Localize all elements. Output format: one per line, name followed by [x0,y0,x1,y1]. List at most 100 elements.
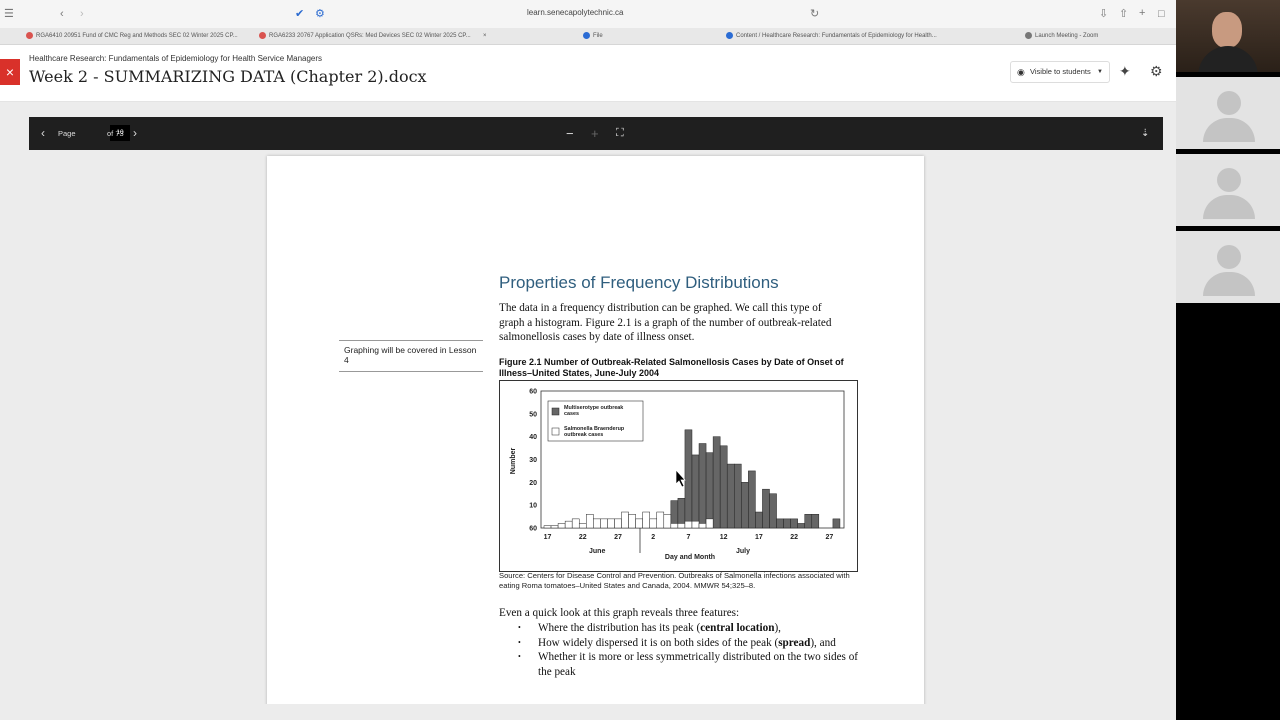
page-total: of 73 [107,129,124,138]
x-tick-label: 12 [720,534,728,541]
bar-multiserotype [776,518,784,529]
x-tick-label: 22 [790,534,798,541]
tab-file[interactable]: File [583,28,703,44]
app-header: × Healthcare Research: Fundamentals of E… [0,45,1176,102]
tab-content[interactable]: Content / Healthcare Research: Fundament… [726,28,946,44]
chevron-down-icon: ▼ [1097,69,1103,75]
x-tick-label: 17 [755,534,763,541]
download-icon[interactable]: ⇩ [1099,8,1108,20]
bar-multiserotype [748,470,756,529]
bar-braenderup [593,518,601,529]
eye-icon: ◉ [1017,67,1025,77]
feature-bold: spread [778,636,811,649]
bar-braenderup [698,523,707,529]
participant-tile[interactable] [1176,154,1280,226]
bar-braenderup [564,520,573,529]
avatar-body [1203,272,1255,296]
visibility-label: Visible to students [1030,67,1091,76]
bar-multiserotype [783,518,791,529]
sidebar-toggle-icon[interactable]: ☰ [4,8,14,20]
share-icon[interactable]: ⇧ [1119,8,1128,20]
bar-multiserotype [762,488,770,529]
gear-icon[interactable]: ⚙ [1150,63,1163,80]
bar-braenderup [649,518,657,529]
bar-braenderup [621,511,629,529]
bar-multiserotype [741,482,749,529]
bar-multiserotype [684,429,693,529]
bar-braenderup [691,520,700,529]
tab-rga6410[interactable]: RGA6410 20951 Fund of CMC Reg and Method… [26,28,246,44]
y-tick-label: 40 [529,434,537,441]
figure-source: Source: Centers for Disease Control and … [499,571,850,590]
x-tick-label: 27 [825,534,833,541]
tab-label: RGA6233 20767 Application QSRs: Med Devi… [269,33,471,39]
accessibility-icon[interactable]: ✦ [1119,63,1131,80]
list-item: • Whether it is more or less symmetricall… [518,651,859,679]
address-bar[interactable]: learn.senecapolytechnic.ca [527,8,624,17]
viewer-toolbar: ‹ Page 10 of 73 › − + ⛶ ⇣ [29,117,1163,150]
y-tick-label: 50 [529,411,537,418]
presenter-body [1198,46,1258,72]
tab-close-icon[interactable]: × [483,28,487,44]
tab-label: RGA6410 20951 Fund of CMC Reg and Method… [36,33,238,39]
side-note: Graphing will be covered in Lesson 4 [339,340,483,372]
legend-swatch-braenderup [551,427,560,436]
participant-tile[interactable] [1176,77,1280,149]
list-item: • Where the distribution has its peak (ce… [518,621,781,634]
bar-multiserotype [712,436,721,529]
tab-zoom[interactable]: Launch Meeting - Zoom [1025,28,1165,44]
next-page-icon[interactable]: › [133,117,137,150]
tab-bar: RGA6410 20951 Fund of CMC Reg and Method… [0,28,1176,45]
visibility-dropdown[interactable]: ◉ Visible to students ▼ [1010,61,1110,83]
reload-icon[interactable]: ↻ [810,8,819,20]
features-section: Even a quick look at this graph reveals … [499,606,859,680]
zoom-in-icon[interactable]: + [591,117,599,150]
bar-braenderup [635,518,643,529]
y-tick-label: 10 [529,503,537,510]
document-viewer[interactable]: Properties of Frequency Distributions Th… [29,150,1163,704]
extension-check-icon[interactable]: ✔ [295,8,304,20]
y-tick-label: 60 [529,526,537,533]
bar-braenderup [586,514,594,529]
bar-braenderup [670,523,679,529]
forward-icon[interactable]: › [80,8,84,20]
participant-tile[interactable] [1176,231,1280,303]
x-tick-label: 27 [614,534,622,541]
avatar [1217,245,1241,269]
figure-caption: Figure 2.1 Number of Outbreak-Related Sa… [499,357,844,378]
bar-multiserotype [705,452,714,529]
extension-settings-icon[interactable]: ⚙ [315,8,325,20]
bar-braenderup [571,518,580,529]
legend: Multiserotype outbreak cases Salmonella B… [547,400,644,442]
tab-overview-icon[interactable]: □ [1158,8,1165,20]
tab-label: Content / Healthcare Research: Fundament… [736,33,937,39]
bar-braenderup [663,514,672,529]
bar-braenderup [557,523,566,529]
feature-text: ), and [810,636,836,649]
bar-braenderup [578,523,587,529]
bar-multiserotype [790,518,798,529]
bar-multiserotype [691,454,700,529]
back-icon[interactable]: ‹ [60,8,64,20]
download-doc-icon[interactable]: ⇣ [1141,117,1149,150]
x-tick-label: 22 [579,534,587,541]
new-tab-icon[interactable]: + [1139,7,1145,19]
bar-braenderup [614,518,622,529]
zoom-out-icon[interactable]: − [566,117,574,150]
tab-favicon [259,31,266,39]
feature-bold: central location [700,621,775,634]
tab-rga6233[interactable]: RGA6233 20767 Application QSRs: Med Devi… [259,28,479,44]
legend-swatch-multiserotype [551,407,560,416]
tab-favicon [726,31,733,39]
bar-braenderup [607,518,615,529]
fullscreen-icon[interactable]: ⛶ [616,117,624,150]
histogram-figure: 60 50 40 30 20 10 60 17 22 27 2 7 12 17 22 27 June Jul… [499,380,858,572]
breadcrumb[interactable]: Healthcare Research: Fundamentals of Epi… [29,54,322,63]
month-label-june: June [589,548,605,555]
bar-braenderup [600,518,608,529]
close-icon[interactable]: × [0,59,20,85]
y-axis-title: Number [510,448,517,475]
presenter-video [1176,0,1280,72]
prev-page-icon[interactable]: ‹ [41,117,45,150]
avatar [1217,91,1241,115]
